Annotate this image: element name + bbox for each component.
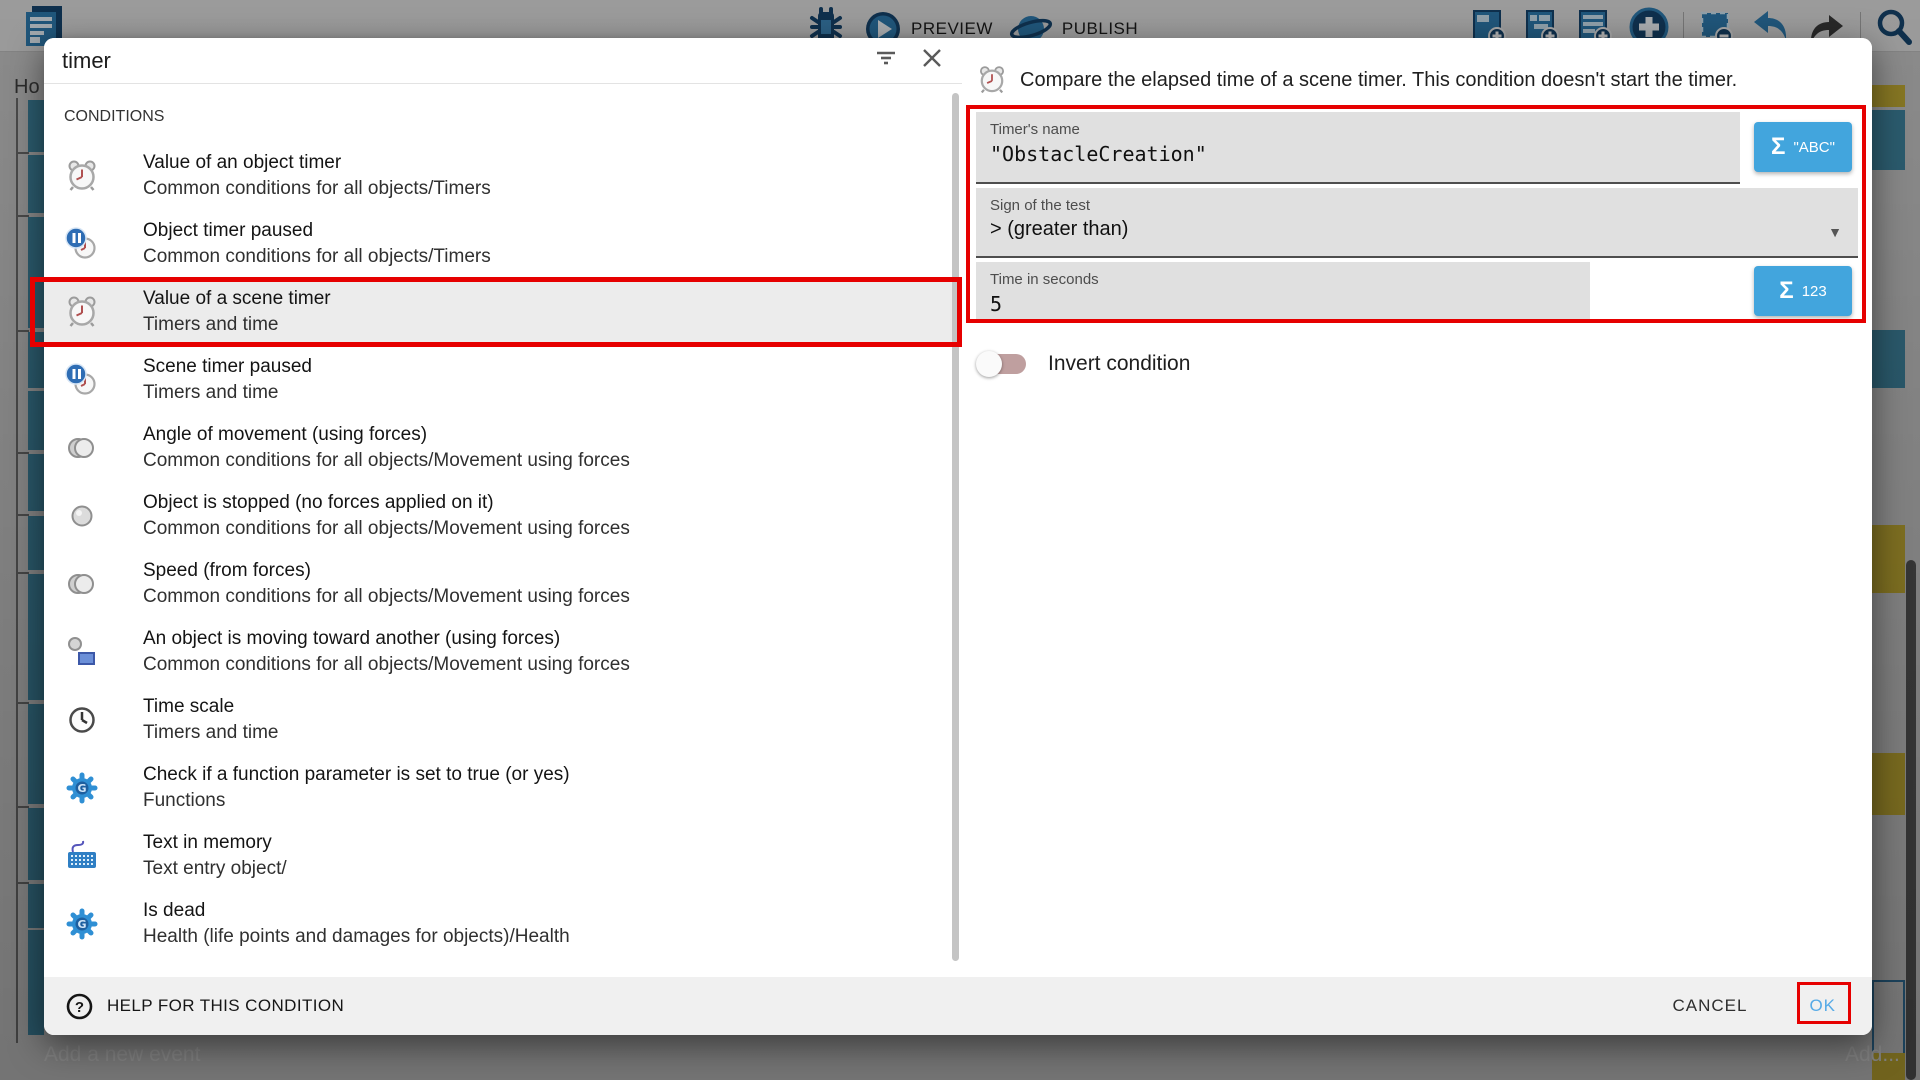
timer-paused-icon bbox=[64, 362, 100, 398]
item-title: Is dead bbox=[143, 898, 570, 924]
list-item-text-in-memory[interactable]: Text in memory Text entry object/ bbox=[44, 822, 962, 890]
list-item-value-of-object-timer[interactable]: Value of an object timer Common conditio… bbox=[44, 142, 962, 210]
invert-condition-row: Invert condition bbox=[976, 344, 1858, 384]
item-subtitle: Text entry object/ bbox=[143, 856, 287, 882]
timer-paused-icon bbox=[64, 226, 100, 262]
invert-condition-toggle[interactable] bbox=[980, 354, 1026, 374]
function-gear-icon: G bbox=[64, 770, 100, 806]
time-scale-icon bbox=[64, 702, 100, 738]
search-bar bbox=[44, 38, 962, 84]
item-subtitle: Timers and time bbox=[143, 720, 279, 746]
item-title: Text in memory bbox=[143, 830, 287, 856]
condition-list: CONDITIONS Value of an object timer Comm… bbox=[44, 85, 962, 977]
help-icon: ? bbox=[66, 993, 93, 1020]
item-subtitle: Common conditions for all objects/Moveme… bbox=[143, 652, 630, 678]
svg-text:?: ? bbox=[75, 999, 84, 1016]
list-item-time-scale[interactable]: Time scale Timers and time bbox=[44, 686, 962, 754]
list-item-scene-timer-paused[interactable]: Scene timer paused Timers and time bbox=[44, 346, 962, 414]
keyboard-icon bbox=[64, 838, 100, 874]
item-subtitle: Common conditions for all objects/Moveme… bbox=[143, 516, 630, 542]
timer-name-row: Timer's name "ObstacleCreation" Σ "ABC" bbox=[976, 112, 1858, 184]
list-item-object-is-stopped[interactable]: Object is stopped (no forces applied on … bbox=[44, 482, 962, 550]
close-icon[interactable] bbox=[920, 46, 944, 75]
ok-button[interactable]: OK bbox=[1809, 996, 1836, 1016]
timer-name-field[interactable]: Timer's name "ObstacleCreation" bbox=[976, 112, 1740, 184]
item-title: Scene timer paused bbox=[143, 354, 312, 380]
item-title: Object is stopped (no forces applied on … bbox=[143, 490, 630, 516]
item-subtitle: Timers and time bbox=[143, 312, 331, 338]
condition-description: Compare the elapsed time of a scene time… bbox=[1020, 69, 1737, 92]
gdevelop-window: PREVIEW PUBLISH bbox=[0, 0, 1920, 1080]
item-title: Value of an object timer bbox=[143, 150, 491, 176]
list-item-moving-toward-another[interactable]: An object is moving toward another (usin… bbox=[44, 618, 962, 686]
svg-text:G: G bbox=[77, 918, 86, 931]
time-in-seconds-row: Time in seconds 5 Σ 123 bbox=[976, 262, 1858, 322]
item-subtitle: Health (life points and damages for obje… bbox=[143, 924, 570, 950]
sign-of-test-label: Sign of the test bbox=[990, 197, 1858, 214]
timer-name-label: Timer's name bbox=[990, 121, 1740, 138]
list-scrollbar[interactable] bbox=[952, 93, 959, 961]
filter-icon[interactable] bbox=[874, 46, 898, 75]
list-item-object-timer-paused[interactable]: Object timer paused Common conditions fo… bbox=[44, 210, 962, 278]
moving-toward-icon bbox=[64, 634, 100, 670]
expression-builder-abc-button[interactable]: Σ "ABC" bbox=[1754, 122, 1852, 172]
item-title: An object is moving toward another (usin… bbox=[143, 626, 630, 652]
item-subtitle: Timers and time bbox=[143, 380, 312, 406]
conditions-section-header: CONDITIONS bbox=[44, 85, 962, 142]
sign-of-test-value[interactable]: > (greater than) bbox=[990, 218, 1858, 241]
sign-of-test-row: Sign of the test > (greater than) ▼ bbox=[976, 188, 1858, 258]
sigma-icon: Σ bbox=[1771, 133, 1785, 161]
object-timer-icon bbox=[64, 158, 100, 194]
item-subtitle: Common conditions for all objects/Moveme… bbox=[143, 448, 630, 474]
expression-builder-123-button[interactable]: Σ 123 bbox=[1754, 266, 1852, 316]
forces-angle-icon bbox=[64, 430, 100, 466]
object-stopped-icon bbox=[64, 498, 100, 534]
list-item-speed-from-forces[interactable]: Speed (from forces) Common conditions fo… bbox=[44, 550, 962, 618]
chevron-down-icon[interactable]: ▼ bbox=[1828, 224, 1842, 240]
time-in-seconds-value[interactable]: 5 bbox=[990, 292, 1590, 316]
choose-condition-dialog: CONDITIONS Value of an object timer Comm… bbox=[44, 38, 1872, 1035]
help-label: HELP FOR THIS CONDITION bbox=[107, 996, 344, 1016]
item-title: Check if a function parameter is set to … bbox=[143, 762, 570, 788]
time-in-seconds-field[interactable]: Time in seconds 5 bbox=[976, 262, 1590, 322]
sign-of-test-select[interactable]: Sign of the test > (greater than) bbox=[976, 188, 1858, 258]
svg-text:G: G bbox=[77, 782, 86, 795]
condition-list-panel: CONDITIONS Value of an object timer Comm… bbox=[44, 38, 962, 977]
search-input[interactable] bbox=[62, 48, 874, 74]
list-item-angle-of-movement[interactable]: Angle of movement (using forces) Common … bbox=[44, 414, 962, 482]
list-item-function-parameter-true[interactable]: G Check if a function parameter is set t… bbox=[44, 754, 962, 822]
item-subtitle: Functions bbox=[143, 788, 570, 814]
invert-condition-label: Invert condition bbox=[1048, 352, 1190, 376]
scene-timer-icon bbox=[64, 294, 100, 330]
item-subtitle: Common conditions for all objects/Timers bbox=[143, 244, 491, 270]
condition-parameters-panel: Compare the elapsed time of a scene time… bbox=[962, 38, 1872, 977]
dialog-footer: ? HELP FOR THIS CONDITION CANCEL OK bbox=[44, 977, 1872, 1035]
forces-speed-icon bbox=[64, 566, 100, 602]
item-subtitle: Common conditions for all objects/Moveme… bbox=[143, 584, 630, 610]
scene-timer-icon bbox=[976, 64, 1008, 96]
list-item-value-of-scene-timer[interactable]: Value of a scene timer Timers and time bbox=[44, 278, 962, 346]
list-item-is-dead[interactable]: G Is dead Health (life points and damage… bbox=[44, 890, 962, 958]
sigma-icon: Σ bbox=[1779, 277, 1793, 305]
help-button[interactable]: ? HELP FOR THIS CONDITION bbox=[66, 993, 344, 1020]
item-subtitle: Common conditions for all objects/Timers bbox=[143, 176, 491, 202]
health-gear-icon: G bbox=[64, 906, 100, 942]
item-title: Angle of movement (using forces) bbox=[143, 422, 630, 448]
cancel-button[interactable]: CANCEL bbox=[1672, 996, 1747, 1016]
item-title: Object timer paused bbox=[143, 218, 491, 244]
item-title: Speed (from forces) bbox=[143, 558, 630, 584]
item-title: Value of a scene timer bbox=[143, 286, 331, 312]
timer-name-value[interactable]: "ObstacleCreation" bbox=[990, 142, 1740, 166]
time-in-seconds-label: Time in seconds bbox=[990, 271, 1590, 288]
item-title: Time scale bbox=[143, 694, 279, 720]
